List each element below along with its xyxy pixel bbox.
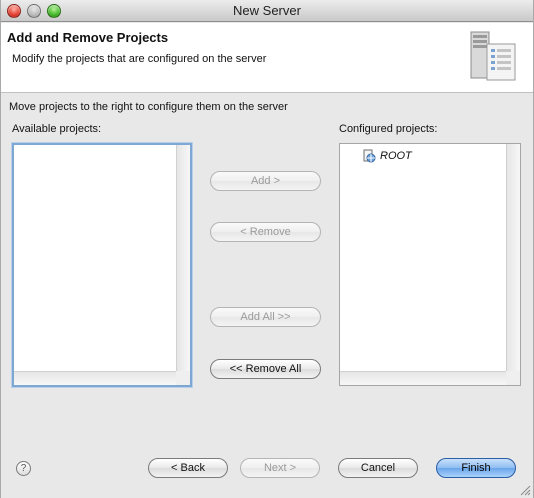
add-button[interactable]: Add >	[210, 171, 321, 191]
available-projects-list[interactable]	[12, 143, 192, 387]
remove-button[interactable]: < Remove	[210, 222, 321, 242]
configured-projects-list[interactable]: ROOT	[339, 143, 521, 386]
available-projects-label: Available projects:	[12, 123, 102, 135]
next-button[interactable]: Next >	[240, 458, 320, 478]
help-icon[interactable]: ?	[16, 461, 31, 476]
add-all-button[interactable]: Add All >>	[210, 307, 321, 327]
horizontal-scrollbar[interactable]	[340, 371, 506, 385]
cancel-button[interactable]: Cancel	[338, 458, 418, 478]
new-server-dialog: New Server Add and Remove Projects Modif…	[0, 0, 534, 498]
page-description: Modify the projects that are configured …	[12, 53, 267, 65]
scroll-corner	[506, 371, 520, 385]
minimize-window-button[interactable]	[27, 4, 41, 18]
page-heading: Add and Remove Projects	[7, 30, 169, 45]
remove-all-button[interactable]: << Remove All	[210, 359, 321, 379]
horizontal-scrollbar[interactable]	[14, 371, 176, 385]
tree-item-label: ROOT	[380, 150, 412, 162]
zoom-window-button[interactable]	[47, 4, 61, 18]
vertical-scrollbar[interactable]	[506, 144, 520, 371]
resize-grip-icon[interactable]	[519, 484, 531, 496]
server-icon	[470, 31, 516, 81]
instruction-text: Move projects to the right to configure …	[9, 101, 288, 113]
web-project-icon	[363, 149, 376, 163]
finish-button[interactable]: Finish	[436, 458, 516, 478]
configured-projects-label: Configured projects:	[339, 123, 438, 135]
scroll-corner	[176, 371, 190, 385]
back-button[interactable]: < Back	[148, 458, 228, 478]
vertical-scrollbar[interactable]	[176, 145, 190, 371]
tree-item-root[interactable]: ROOT	[362, 149, 412, 163]
title-bar[interactable]: New Server	[1, 0, 533, 22]
window-title: New Server	[233, 3, 301, 18]
header-banner: Add and Remove Projects Modify the proje…	[1, 23, 533, 93]
close-window-button[interactable]	[7, 4, 21, 18]
window-controls	[7, 4, 61, 18]
